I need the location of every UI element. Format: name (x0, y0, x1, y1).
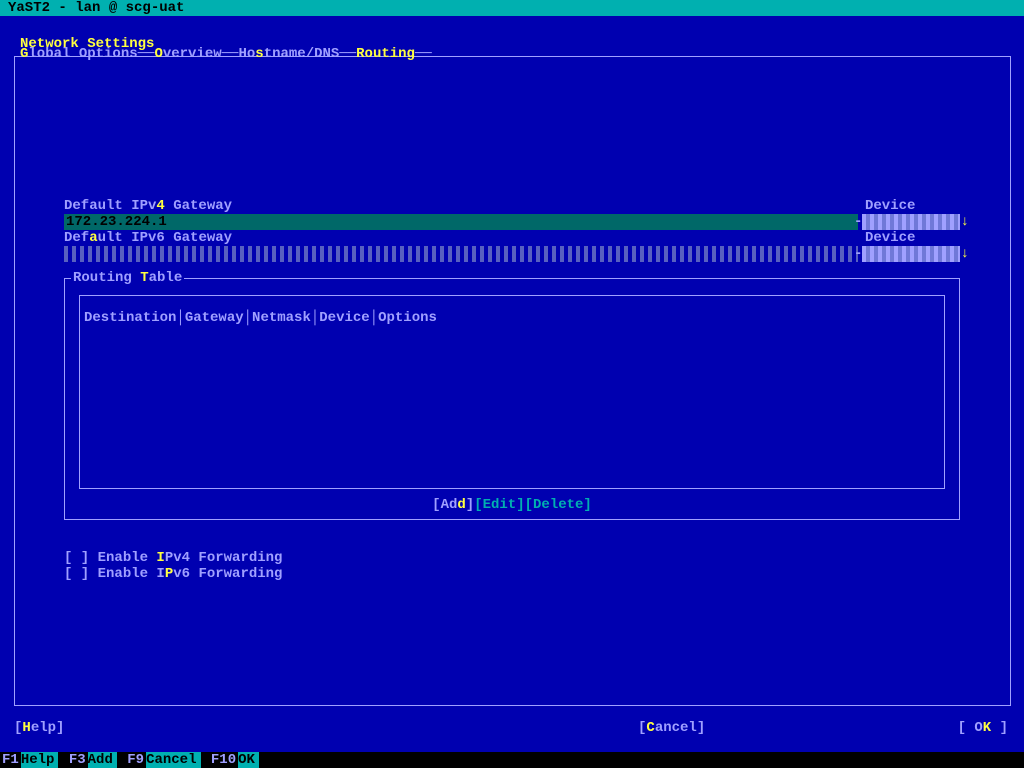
chevron-down-icon: ↓ (961, 246, 969, 262)
f9-key[interactable]: F9 (125, 752, 146, 768)
ipv4-forwarding-checkbox[interactable]: [ ] Enable IPv4 Forwarding (64, 550, 282, 566)
ipv4-gateway-input[interactable]: 172.23.224.1 (64, 214, 858, 230)
title-bar: YaST2 - lan @ scg-uat (0, 0, 1024, 16)
help-button[interactable]: [Help] (14, 720, 64, 736)
ipv6-forwarding-checkbox[interactable]: [ ] Enable IPv6 Forwarding (64, 566, 282, 582)
function-key-bar: F1Help F3Add F9Cancel F10OK (0, 752, 1024, 768)
edit-button: [Edit] (474, 497, 524, 513)
tab-global[interactable]: Global Options (20, 46, 138, 62)
tab-routing[interactable]: Routing (356, 46, 415, 62)
routing-table-title: Routing Table (71, 270, 184, 286)
device-label-2: Device (865, 230, 915, 246)
routing-table-frame: Routing Table Destination│Gateway│Netmas… (64, 278, 960, 520)
ipv4-device-select[interactable]: ↓ (862, 214, 960, 230)
ipv6-gateway-input[interactable] (64, 246, 858, 262)
f10-key[interactable]: F10 (209, 752, 238, 768)
delete-button: [Delete] (525, 497, 592, 513)
tab-overview[interactable]: Overview (154, 46, 221, 62)
ipv6-device-select[interactable]: ↓ (862, 246, 960, 262)
tabs-row: Global Options──Overview──Hostname/DNS──… (20, 46, 432, 62)
ok-button[interactable]: [ OK ] (958, 720, 1008, 736)
table-header-row: Destination│Gateway│Netmask│Device│Optio… (84, 310, 437, 326)
f1-key[interactable]: F1 (0, 752, 21, 768)
f3-key[interactable]: F3 (67, 752, 88, 768)
chevron-down-icon: ↓ (961, 214, 969, 230)
ipv6-gateway-label: Default IPv6 Gateway (64, 230, 232, 246)
cancel-button[interactable]: [Cancel] (638, 720, 705, 736)
device-label-1: Device (865, 198, 915, 214)
add-button[interactable]: [Add] (432, 497, 474, 513)
routing-table[interactable]: Destination│Gateway│Netmask│Device│Optio… (79, 295, 945, 489)
ipv4-gateway-label: Default IPv4 Gateway (64, 198, 232, 214)
tab-hostname[interactable]: Hostname/DNS (238, 46, 339, 62)
table-buttons: [Add][Edit][Delete] (65, 497, 959, 513)
